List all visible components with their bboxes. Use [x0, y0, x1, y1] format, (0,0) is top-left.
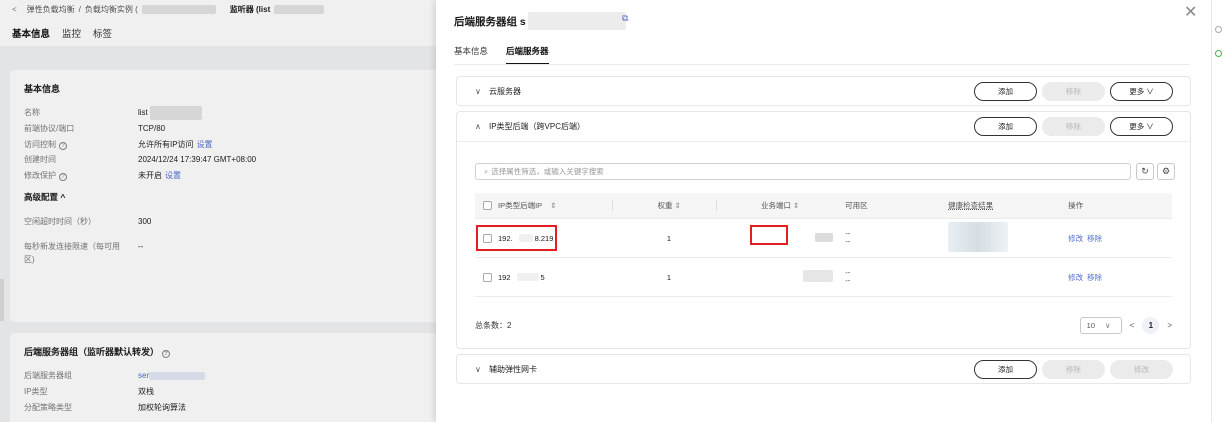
divider [454, 64, 1190, 65]
tab-basic-info[interactable]: 基本信息 [454, 45, 488, 65]
remove-button[interactable]: 移除 [1042, 360, 1105, 379]
drawer-tabs: 基本信息 后端服务器 [454, 45, 549, 65]
sort-icon[interactable]: ⇕ [793, 201, 799, 210]
redacted-block [527, 12, 626, 30]
redacted-port [815, 232, 834, 242]
remove-link[interactable]: 移除 [1087, 234, 1102, 243]
section-ip-backends: ∧ IP类型后端（跨VPC后端） 添加 移除 更多 ∨ ⌕ 选择属性筛选，或输入关… [456, 111, 1191, 349]
table-row: 192 5 1 -- -- 修改 移除 [475, 258, 1172, 297]
chevron-down-icon: ∨ [1105, 320, 1111, 330]
search-icon: ⌕ [484, 167, 489, 176]
table-header: IP类型后端IP ⇕ 权重 ⇕ 业务端口 ⇕ 可用区 健康检查结果 操作 [475, 193, 1172, 219]
overlay-mask[interactable] [0, 0, 436, 422]
prev-page-icon[interactable]: < [1130, 321, 1135, 330]
more-button[interactable]: 更多 ∨ [1110, 82, 1173, 101]
external-link-icon[interactable]: ⧉ [622, 13, 632, 23]
chevron-down-icon[interactable]: ∨ [475, 87, 489, 96]
section-header[interactable]: ∨ 辅助弹性网卡 添加 移除 修改 [457, 355, 1190, 384]
close-icon[interactable]: ✕ [1184, 2, 1197, 22]
gear-icon[interactable]: ⚙ [1157, 163, 1175, 180]
divider [457, 141, 1190, 142]
add-button[interactable]: 添加 [974, 82, 1037, 101]
highlight-box-port [750, 225, 788, 245]
total-count: 总条数：2 [475, 320, 512, 330]
section-header[interactable]: ∧ IP类型后端（跨VPC后端） 添加 移除 更多 ∨ [457, 112, 1190, 141]
right-toolbar [1211, 0, 1223, 422]
remove-link[interactable]: 移除 [1087, 273, 1102, 282]
search-input[interactable]: ⌕ 选择属性筛选，或输入关键字搜索 [475, 163, 1131, 180]
sort-icon[interactable]: ⇕ [550, 201, 556, 210]
table-row: 192. 8.219 1 -- -- 修改 移除 [475, 219, 1172, 258]
edit-button[interactable]: 修改 [1110, 360, 1173, 379]
pagination: 10 ∨ < 1 > [1079, 316, 1172, 334]
page-size-select[interactable]: 10 ∨ [1079, 316, 1122, 334]
add-button[interactable]: 添加 [974, 360, 1037, 379]
more-button[interactable]: 更多 ∨ [1110, 117, 1173, 136]
edit-link[interactable]: 修改 [1068, 234, 1083, 243]
select-all-checkbox[interactable] [483, 201, 492, 210]
table-footer: 总条数：2 10 ∨ < 1 > [475, 315, 1172, 335]
next-page-icon[interactable]: > [1167, 321, 1172, 330]
chevron-up-icon[interactable]: ∧ [475, 122, 489, 131]
highlight-box-ip [476, 225, 557, 251]
redacted-port [803, 270, 834, 282]
refresh-button[interactable]: ↻ [1136, 163, 1154, 180]
section-aux-eni: ∨ 辅助弹性网卡 添加 移除 修改 [456, 354, 1191, 384]
remove-button[interactable]: 移除 [1042, 117, 1105, 136]
backend-table: IP类型后端IP ⇕ 权重 ⇕ 业务端口 ⇕ 可用区 健康检查结果 操作 192. 8.… [475, 193, 1172, 297]
row-checkbox[interactable] [483, 272, 492, 282]
add-button[interactable]: 添加 [974, 117, 1037, 136]
chevron-down-icon[interactable]: ∨ [475, 365, 489, 374]
status-icon[interactable] [1215, 50, 1222, 57]
edit-link[interactable]: 修改 [1068, 273, 1083, 282]
section-header[interactable]: ∨ 云服务器 添加 移除 更多 ∨ [457, 77, 1190, 106]
backend-group-drawer: 后端服务器组 s ⧉ ✕ 基本信息 后端服务器 ∨ 云服务器 添加 移除 更多 … [436, 0, 1211, 422]
help-icon[interactable] [1215, 26, 1222, 33]
remove-button[interactable]: 移除 [1042, 82, 1105, 101]
tab-backend-servers[interactable]: 后端服务器 [506, 45, 549, 65]
redacted-block [516, 273, 539, 281]
sort-icon[interactable]: ⇕ [674, 201, 680, 210]
drawer-title: 后端服务器组 s [454, 12, 626, 30]
redacted-health-result [948, 222, 1009, 252]
page-number-current[interactable]: 1 [1142, 316, 1160, 334]
section-cloud-servers: ∨ 云服务器 添加 移除 更多 ∨ [456, 76, 1191, 106]
